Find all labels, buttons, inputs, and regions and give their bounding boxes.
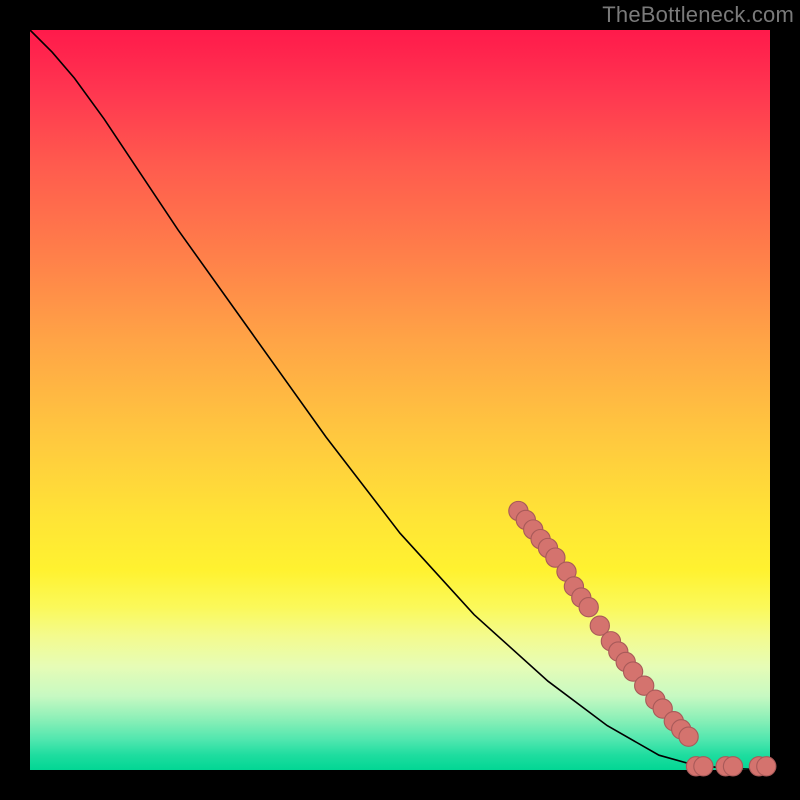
data-dots	[509, 501, 776, 776]
attribution-label: TheBottleneck.com	[602, 2, 794, 28]
data-dot	[694, 757, 713, 776]
bottleneck-curve	[30, 30, 770, 770]
data-dot	[679, 727, 698, 746]
plot-area	[30, 30, 770, 770]
chart-svg	[30, 30, 770, 770]
data-dot	[579, 598, 598, 617]
chart-frame: TheBottleneck.com	[0, 0, 800, 800]
data-dot	[723, 757, 742, 776]
data-dot	[757, 757, 776, 776]
